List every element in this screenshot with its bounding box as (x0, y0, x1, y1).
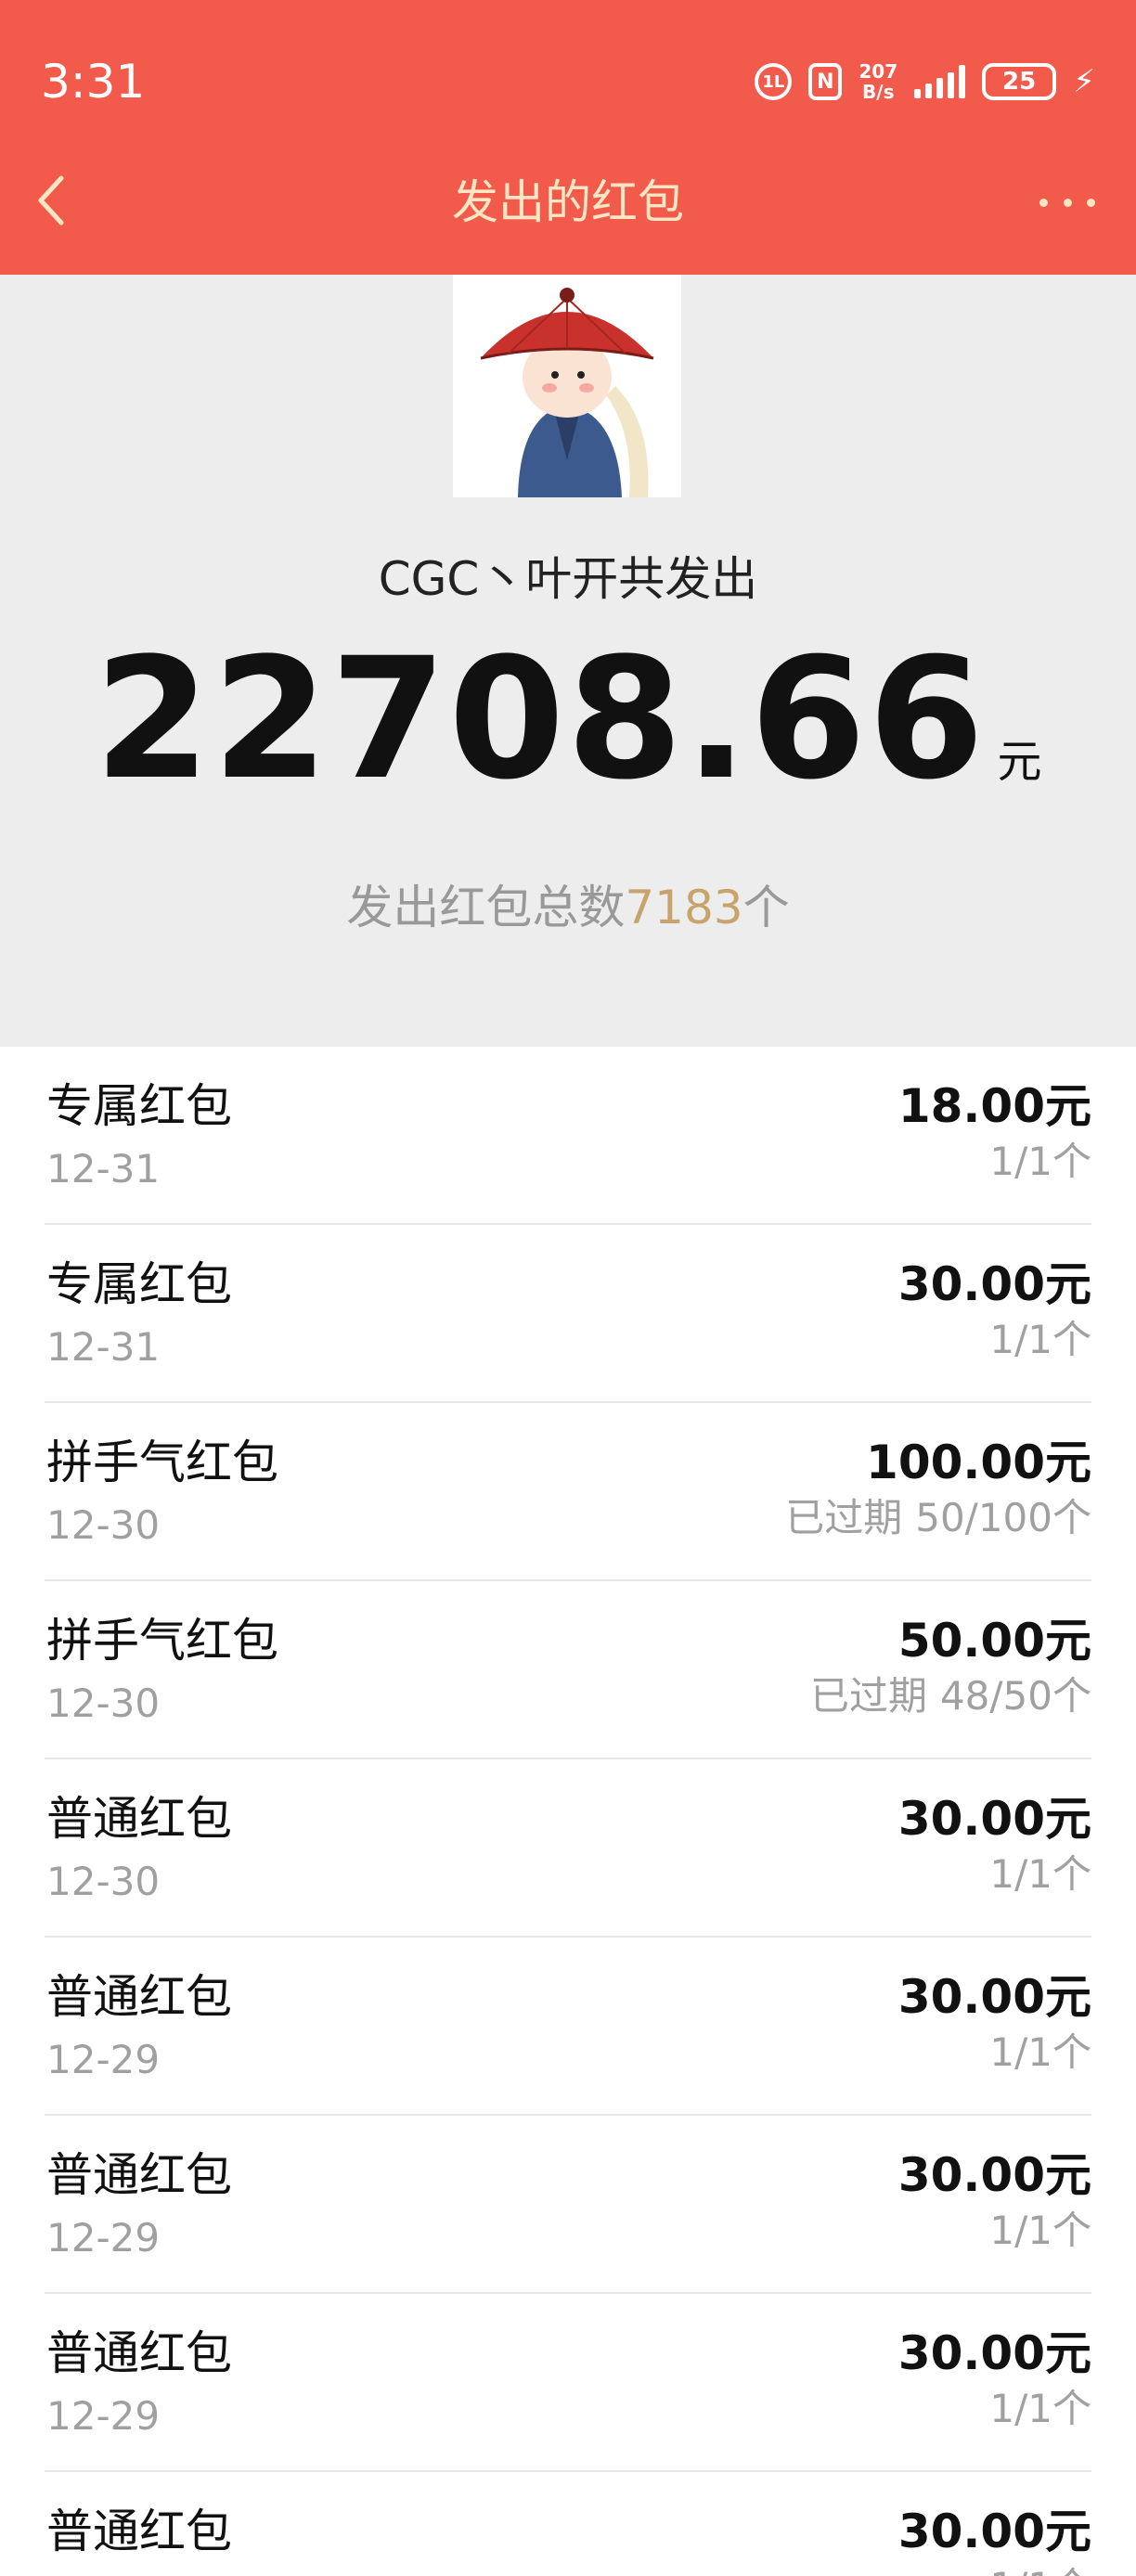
total-amount: 22708.66 元 (0, 627, 1136, 865)
status-time: 3:31 (41, 55, 146, 109)
packet-date: 12-30 (46, 1859, 161, 1904)
packet-status: 1/1个 (976, 1314, 1091, 1366)
total-count-prefix: 发出红包总数 (346, 881, 626, 934)
page: 3:31 1L N 207 B/s 25 ⚡ 发出的红包 CGC丶叶开共发出 2… (0, 0, 1136, 2576)
more-options-icon[interactable] (1039, 174, 1095, 230)
avatar[interactable] (453, 275, 681, 497)
packet-status: 已过期 48/50个 (810, 1670, 1091, 1722)
packet-status: 1/1个 (976, 2205, 1091, 2257)
list-item[interactable]: 普通红包 12-29 30.00元 1/1个 (45, 2294, 1091, 2472)
packet-type: 普通红包 (46, 1970, 232, 2024)
page-title: 发出的红包 (452, 175, 684, 229)
packet-amount: 30.00元 (897, 1970, 1091, 2024)
nfc-icon: N (808, 63, 843, 100)
packet-date: 12-30 (46, 1681, 161, 1726)
packet-count: 48/50个 (939, 1673, 1091, 1719)
packet-amount: 30.00元 (897, 1792, 1091, 1846)
packet-status: 1/1个 (976, 1848, 1091, 1900)
packet-expired-tag: 已过期 (809, 1673, 927, 1719)
total-count: 发出红包总数7183个 (0, 878, 1136, 937)
packet-amount: 30.00元 (897, 2148, 1091, 2202)
list-item[interactable]: 普通红包 12-30 30.00元 1/1个 (45, 1759, 1091, 1938)
packet-date: 12-29 (46, 2037, 161, 2082)
packet-date: 12-29 (46, 2569, 160, 2576)
list-item[interactable]: 拼手气红包 12-30 50.00元 已过期 48/50个 (45, 1581, 1091, 1759)
summary-section: CGC丶叶开共发出 22708.66 元 发出红包总数7183个 (0, 275, 1136, 1047)
packet-expired-tag: 已过期 (785, 1495, 903, 1540)
network-speed: 207 B/s (858, 61, 897, 102)
packet-status: 1/1个 (976, 2383, 1091, 2435)
packet-type: 专属红包 (46, 1079, 232, 1133)
network-speed-value: 207 (858, 60, 898, 83)
packet-count: 1/1个 (989, 2208, 1091, 2253)
packet-date: 12-31 (46, 1324, 161, 1370)
battery-icon: 25 (982, 63, 1057, 100)
packet-type: 拼手气红包 (46, 1614, 278, 1668)
packet-amount: 100.00元 (866, 1436, 1091, 1489)
packet-type: 普通红包 (46, 1792, 232, 1846)
packet-type: 普通红包 (46, 2505, 232, 2558)
total-count-value: 7183 (625, 881, 743, 934)
avatar-illustration (453, 275, 681, 497)
packet-amount: 30.00元 (897, 1257, 1091, 1311)
packet-amount: 30.00元 (897, 2505, 1091, 2558)
sender-total-label: CGC丶叶开共发出 (378, 552, 758, 606)
packet-count: 50/100个 (915, 1495, 1091, 1540)
packet-date: 12-30 (46, 1502, 161, 1548)
packet-count: 1/1个 (989, 1317, 1091, 1362)
signal-icon (914, 65, 966, 98)
network-speed-unit: B/s (862, 81, 895, 103)
packet-count: 1/1个 (989, 1851, 1091, 1897)
packet-amount: 50.00元 (897, 1614, 1091, 1668)
packet-type: 专属红包 (46, 1257, 232, 1311)
total-amount-unit: 元 (997, 736, 1042, 788)
list-item[interactable]: 普通红包 12-29 30.00元 1/1个 (45, 1938, 1091, 2116)
header: 3:31 1L N 207 B/s 25 ⚡ 发出的红包 (0, 0, 1136, 275)
status-icons: 1L N 207 B/s 25 ⚡ (755, 56, 1095, 108)
packet-status: 已过期 50/100个 (785, 1492, 1091, 1544)
list-item[interactable]: 拼手气红包 12-30 100.00元 已过期 50/100个 (45, 1403, 1091, 1581)
red-packet-list: 专属红包 12-31 18.00元 1/1个 专属红包 12-31 30.00元… (0, 1047, 1136, 2576)
packet-count: 1/1个 (989, 1139, 1091, 1184)
packet-status: 1/1个 (976, 2561, 1091, 2576)
packet-count: 1/1个 (989, 2386, 1091, 2431)
total-amount-value: 22708.66 (94, 623, 987, 817)
packet-date: 12-29 (46, 2215, 161, 2260)
packet-type: 拼手气红包 (46, 1436, 278, 1489)
list-item[interactable]: 普通红包 12-29 30.00元 1/1个 (45, 2472, 1091, 2576)
packet-date: 12-31 (46, 1146, 161, 1191)
total-count-suffix: 个 (742, 881, 790, 934)
packet-status: 1/1个 (976, 2027, 1091, 2079)
packet-count: 1/1个 (989, 2564, 1091, 2576)
packet-status: 1/1个 (976, 1136, 1091, 1188)
list-item[interactable]: 专属红包 12-31 18.00元 1/1个 (45, 1047, 1091, 1225)
packet-amount: 18.00元 (897, 1079, 1091, 1133)
packet-type: 普通红包 (46, 2326, 232, 2380)
packet-type: 普通红包 (46, 2148, 232, 2202)
packet-count: 1/1个 (989, 2029, 1091, 2075)
packet-amount: 30.00元 (897, 2326, 1091, 2380)
charging-icon: ⚡ (1073, 63, 1095, 100)
packet-date: 12-29 (46, 2393, 161, 2439)
hd-voice-icon: 1L (755, 63, 793, 100)
list-item[interactable]: 普通红包 12-29 30.00元 1/1个 (45, 2116, 1091, 2294)
list-item[interactable]: 专属红包 12-31 30.00元 1/1个 (45, 1225, 1091, 1403)
